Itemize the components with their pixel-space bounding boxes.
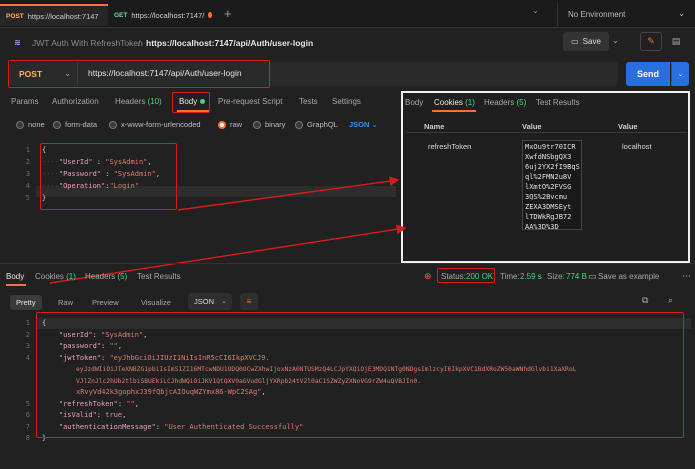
globe-icon[interactable]: ⊕ — [424, 271, 432, 282]
section-divider — [0, 263, 695, 264]
response-tab-cookies-label: Cookies — [35, 272, 64, 281]
response-tab-cookies-count: (1) — [66, 272, 76, 281]
tab-underline — [6, 284, 26, 286]
format-pretty[interactable]: Pretty — [10, 295, 42, 310]
time-label: Time: — [500, 272, 520, 281]
format-preview[interactable]: Preview — [86, 295, 125, 310]
response-tab-headers[interactable]: Headers (5) — [85, 272, 127, 281]
search-icon[interactable]: ⌕ — [668, 295, 673, 306]
response-tab-headers-label: Headers — [85, 272, 116, 281]
response-tab-headers-count: (5) — [117, 272, 128, 281]
arrow-request-to-cookies — [177, 176, 400, 211]
wrap-lines-icon[interactable]: ≡ — [240, 293, 258, 310]
response-tab-body[interactable]: Body — [6, 272, 24, 281]
format-visualize[interactable]: Visualize — [135, 295, 177, 310]
more-options-icon[interactable]: ⋯ — [682, 271, 691, 282]
response-tab-test-results[interactable]: Test Results — [137, 272, 181, 281]
response-format-value: JSON — [194, 297, 215, 306]
time-value[interactable]: 2.59 s — [520, 272, 542, 281]
save-response-icon: ▭ — [588, 271, 597, 281]
size-value[interactable]: 774 B — [566, 272, 587, 281]
save-as-example-button[interactable]: Save as example — [598, 272, 659, 281]
chevron-down-icon: ⌄ — [221, 298, 227, 305]
format-raw[interactable]: Raw — [52, 295, 79, 310]
size-label: Size: — [547, 272, 565, 281]
copy-icon[interactable]: ⧉ — [642, 295, 648, 306]
response-format-select[interactable]: JSON ⌄ — [188, 293, 232, 310]
annotation-status-box — [437, 268, 495, 283]
annotation-response-body-box — [36, 312, 684, 438]
response-tab-cookies[interactable]: Cookies (1) — [35, 272, 76, 281]
